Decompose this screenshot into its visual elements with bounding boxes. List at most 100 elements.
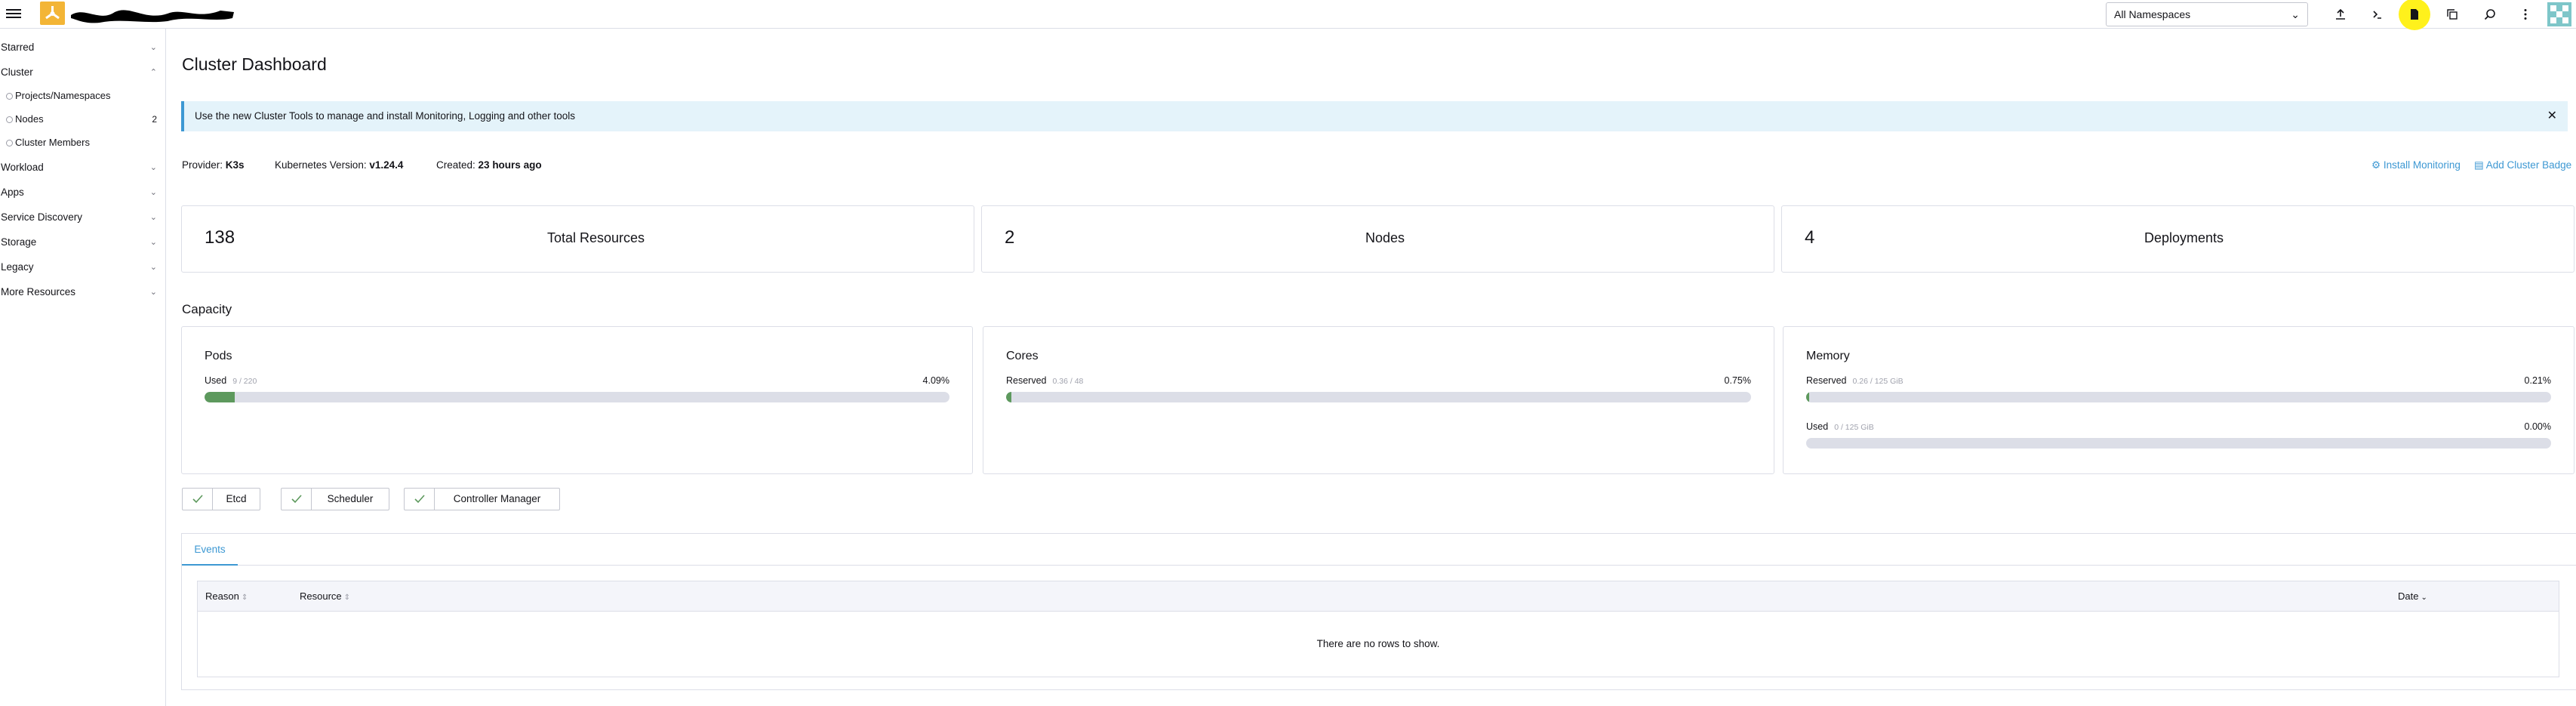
badge-icon: ▤: [2474, 159, 2484, 171]
file-icon[interactable]: [2399, 0, 2430, 30]
events-panel: Events Reason ⇕ Resource ⇕ Date ⌄ There are…: [181, 533, 2576, 690]
column-label: Resource: [300, 590, 342, 602]
sidebar-group-label: Starred: [1, 42, 35, 53]
component-name: Etcd: [226, 493, 247, 504]
stat-label: Total Resources: [547, 230, 645, 245]
k8s-value: v1.24.4: [369, 159, 404, 171]
capacity-bar: [205, 392, 949, 402]
column-header-reason[interactable]: Reason ⇕: [205, 581, 248, 613]
capacity-row: Used 9 / 220 4.09%: [205, 375, 949, 387]
cluster-logo[interactable]: [40, 2, 65, 25]
column-header-resource[interactable]: Resource ⇕: [300, 581, 350, 613]
events-tabs: Events: [182, 534, 2576, 566]
stat-label: Deployments: [2144, 230, 2224, 245]
chevron-down-icon: ⌄: [149, 263, 157, 272]
capacity-row-percent: 0.00%: [2524, 421, 2551, 432]
more-vert-icon[interactable]: [2514, 3, 2537, 26]
capacity-bar-fill: [1806, 392, 1809, 402]
capacity-card-memory: Memory Reserved 0.26 / 125 GiB 0.21% Used…: [1783, 326, 2574, 474]
chevron-down-icon: ⌄: [149, 213, 157, 222]
stat-card-total-resources[interactable]: 138 Total Resources: [181, 205, 974, 273]
sidebar-group-workload[interactable]: Workload ⌄: [0, 157, 166, 178]
capacity-bar: [1806, 392, 2551, 402]
circle-icon: [6, 93, 13, 100]
terminal-icon[interactable]: [2366, 3, 2389, 26]
column-label: Date: [2398, 590, 2419, 602]
stat-value: 4: [1805, 227, 1815, 248]
capacity-row-detail: 0.36 / 48: [1052, 377, 1084, 386]
check-icon: [405, 489, 435, 510]
sidebar-group-label: Storage: [1, 236, 37, 248]
sidebar-item-nodes[interactable]: Nodes 2: [6, 109, 166, 130]
check-icon: [282, 489, 312, 510]
component-status-etcd: Etcd: [182, 488, 260, 510]
sidebar-item-cluster-members[interactable]: Cluster Members: [6, 132, 166, 153]
stat-label: Nodes: [1365, 230, 1405, 245]
add-cluster-badge-link[interactable]: ▤ Add Cluster Badge: [2474, 159, 2571, 171]
stat-card-nodes[interactable]: 2 Nodes: [981, 205, 1774, 273]
kubernetes-version-info: Kubernetes Version: v1.24.4: [275, 159, 403, 171]
events-table: Reason ⇕ Resource ⇕ Date ⌄ There are no row…: [197, 581, 2559, 677]
circle-icon: [6, 140, 13, 146]
provider-info: Provider: K3s: [182, 159, 245, 171]
sidebar-item-label: Projects/Namespaces: [15, 90, 111, 101]
capacity-row-label: Reserved: [1806, 375, 1847, 386]
provider-value: K3s: [225, 159, 245, 171]
capacity-card-cores: Cores Reserved 0.36 / 48 0.75%: [983, 326, 1774, 474]
capacity-row-percent: 0.21%: [2524, 375, 2551, 386]
info-banner: Use the new Cluster Tools to manage and …: [181, 101, 2568, 131]
column-header-date[interactable]: Date ⌄: [2398, 581, 2427, 613]
sidebar-item-label: Cluster Members: [15, 137, 90, 148]
banner-text: Use the new Cluster Tools to manage and …: [195, 110, 576, 122]
copy-icon[interactable]: [2441, 3, 2464, 26]
created-value: 23 hours ago: [478, 159, 542, 171]
check-icon: [183, 489, 213, 510]
sidebar-group-cluster[interactable]: Cluster ⌃: [0, 62, 166, 83]
stat-value: 138: [205, 227, 235, 248]
close-icon[interactable]: ✕: [2547, 101, 2557, 131]
upload-icon[interactable]: [2329, 3, 2352, 26]
sidebar-group-label: Cluster: [1, 66, 33, 78]
capacity-row-detail: 0.26 / 125 GiB: [1852, 377, 1904, 386]
sidebar-group-more-resources[interactable]: More Resources ⌄: [0, 282, 166, 303]
sidebar-group-service-discovery[interactable]: Service Discovery ⌄: [0, 207, 166, 228]
created-label: Created:: [436, 159, 475, 171]
chevron-down-icon: ⌄: [149, 43, 157, 52]
sidebar-group-starred[interactable]: Starred ⌄: [0, 37, 166, 58]
avatar[interactable]: [2547, 2, 2571, 26]
sidebar-item-projects-namespaces[interactable]: Projects/Namespaces: [6, 85, 166, 106]
component-name: Controller Manager: [453, 493, 541, 504]
search-icon[interactable]: [2479, 3, 2501, 26]
capacity-row-label: Used: [205, 375, 227, 386]
capacity-row-detail: 0 / 125 GiB: [1834, 423, 1874, 432]
circle-icon: [6, 116, 13, 123]
namespace-select-value: All Namespaces: [2114, 8, 2191, 20]
sort-desc-icon: ⌄: [2421, 593, 2427, 602]
sidebar-item-count: 2: [152, 114, 157, 125]
chevron-down-icon: ⌄: [2291, 8, 2300, 20]
capacity-title: Capacity: [182, 302, 232, 316]
gear-icon: ⚙: [2371, 159, 2381, 171]
column-label: Reason: [205, 590, 239, 602]
sidebar: Starred ⌄ Cluster ⌃ Projects/Namespaces …: [0, 29, 166, 706]
capacity-row-label: Reserved: [1006, 375, 1047, 386]
sort-icon: ⇕: [241, 593, 248, 602]
top-header: All Namespaces ⌄: [0, 0, 2576, 30]
namespace-select[interactable]: All Namespaces ⌄: [2106, 2, 2308, 26]
capacity-card-title: Cores: [1006, 350, 1039, 362]
install-monitoring-link[interactable]: ⚙ Install Monitoring: [2371, 159, 2461, 171]
sidebar-group-legacy[interactable]: Legacy ⌄: [0, 257, 166, 278]
table-header: Reason ⇕ Resource ⇕ Date ⌄: [198, 581, 2559, 612]
chevron-down-icon: ⌄: [149, 288, 157, 297]
sidebar-item-label: Nodes: [15, 113, 44, 125]
stat-card-deployments[interactable]: 4 Deployments: [1781, 205, 2574, 273]
sidebar-group-apps[interactable]: Apps ⌄: [0, 182, 166, 203]
menu-icon[interactable]: [6, 7, 21, 22]
redacted-cluster-name: [71, 10, 234, 23]
capacity-row-used: Used 0 / 125 GiB 0.00%: [1806, 421, 2551, 433]
sidebar-group-label: Service Discovery: [1, 211, 83, 223]
sidebar-group-storage[interactable]: Storage ⌄: [0, 232, 166, 253]
tab-events[interactable]: Events: [182, 534, 238, 566]
capacity-bar: [1006, 392, 1751, 402]
provider-label: Provider:: [182, 159, 223, 171]
